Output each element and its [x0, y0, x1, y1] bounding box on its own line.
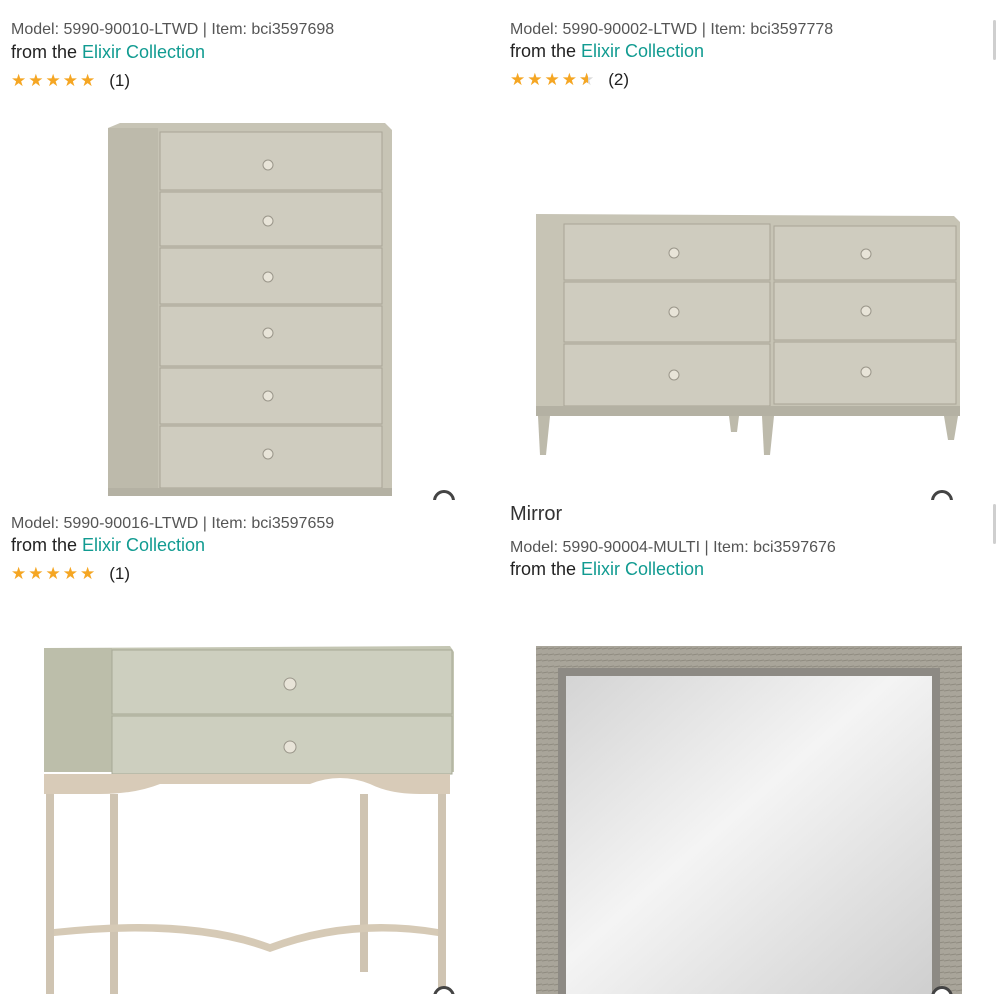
collection-link[interactable]: Elixir Collection [581, 559, 704, 579]
from-prefix: from the [11, 42, 83, 62]
nightstand-image[interactable] [40, 644, 460, 994]
product-card[interactable]: Model: 5990-90010-LTWD | Item: bci359769… [0, 0, 499, 500]
rating[interactable]: ★★★★★ (1) [11, 564, 130, 584]
collection-line: from the Elixir Collection [11, 41, 205, 63]
model-line: Model: 5990-90016-LTWD | Item: bci359765… [11, 515, 335, 532]
from-prefix: from the [510, 41, 582, 61]
product-card[interactable]: Model: 5990-90002-LTWD | Item: bci359777… [499, 0, 998, 500]
collection-link[interactable]: Elixir Collection [82, 535, 205, 555]
tall-chest-image[interactable] [100, 118, 400, 500]
rating[interactable]: ★★★★★ (2) [510, 70, 629, 90]
collection-line: from the Elixir Collection [510, 558, 704, 580]
review-count: (2) [608, 70, 629, 89]
scrollbar[interactable] [993, 504, 996, 544]
star-rating-icons: ★★★★★ [11, 71, 98, 91]
dresser-image[interactable] [534, 210, 964, 460]
model-line: Model: 5990-90002-LTWD | Item: bci359777… [510, 21, 834, 38]
mirror-image[interactable] [536, 646, 962, 994]
review-count: (1) [109, 564, 130, 583]
from-prefix: from the [11, 535, 83, 555]
scrollbar[interactable] [993, 20, 996, 60]
product-card[interactable]: Mirror Model: 5990-90004-MULTI | Item: b… [499, 494, 998, 994]
product-title[interactable]: Mirror [510, 502, 562, 526]
review-count: (1) [109, 71, 130, 90]
model-line: Model: 5990-90010-LTWD | Item: bci359769… [11, 21, 335, 38]
product-card[interactable]: Model: 5990-90016-LTWD | Item: bci359765… [0, 494, 499, 994]
collection-line: from the Elixir Collection [11, 534, 205, 556]
collection-line: from the Elixir Collection [510, 40, 704, 62]
collection-link[interactable]: Elixir Collection [82, 42, 205, 62]
star-rating-icons: ★★★★★ [510, 70, 596, 90]
star-rating-icons: ★★★★★ [11, 564, 98, 584]
from-prefix: from the [510, 559, 582, 579]
collection-link[interactable]: Elixir Collection [581, 41, 704, 61]
rating[interactable]: ★★★★★ (1) [11, 71, 130, 91]
model-line: Model: 5990-90004-MULTI | Item: bci35976… [510, 539, 836, 556]
